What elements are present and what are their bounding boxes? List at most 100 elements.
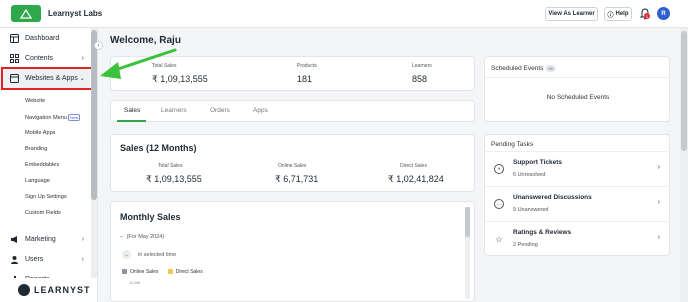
- stat-value: ₹ 6,71,731: [275, 174, 319, 184]
- stat-value: ₹ 1,09,13,555: [146, 174, 202, 184]
- no-events-message: No Scheduled Events: [546, 94, 610, 101]
- sales-12-months-title: Sales (12 Months): [120, 143, 197, 153]
- selected-time-label: in selected time: [138, 252, 177, 258]
- notification-badge: 1: [644, 13, 650, 19]
- period-dash: –: [120, 234, 124, 240]
- sidebar-subitem-embeddables[interactable]: Embeddables: [25, 162, 59, 168]
- brand-name: Learnyst Labs: [48, 9, 103, 18]
- new-badge: New: [67, 114, 80, 121]
- stat-label: Learners: [412, 63, 432, 69]
- monthly-period: – (For May 2024): [120, 234, 164, 240]
- sidebar-subitem-sign-up-settings[interactable]: Sign Up Settings: [25, 194, 67, 200]
- scheduled-count-badge: 00: [545, 65, 556, 72]
- sidebar-subitem-navigation-menu[interactable]: Navigation Menu New: [25, 114, 80, 121]
- stat-label: Total Sales: [152, 63, 177, 69]
- star-icon: ☆: [495, 234, 503, 244]
- legend-swatch-direct: [167, 269, 173, 275]
- divider: [485, 77, 671, 78]
- sidebar-item-label: Contents: [25, 54, 54, 62]
- tab-orders[interactable]: Orders: [210, 107, 230, 114]
- stat-label: Direct Sales: [400, 163, 427, 169]
- collapse-sidebar-button[interactable]: ‹: [94, 41, 103, 50]
- legend-online: Online Sales: [130, 269, 159, 275]
- chevron-right-icon: ›: [81, 54, 84, 62]
- sidebar-subitem-language[interactable]: Language: [25, 178, 50, 184]
- legend-swatch-online: [122, 269, 127, 275]
- learnyst-logo-icon: [18, 284, 30, 296]
- help-label: Help: [615, 11, 629, 17]
- task-unanswered-discussions[interactable]: … Unanswered Discussions 9 Unanswered ›: [484, 186, 670, 221]
- sidebar-scrollbar-thumb[interactable]: [91, 30, 97, 200]
- grid-icon: [10, 53, 19, 63]
- sidebar-subitem-branding[interactable]: Branding: [25, 146, 47, 152]
- help-button[interactable]: ⓘ Help: [604, 7, 632, 21]
- top-bar: Learnyst Labs View As Learner ⓘ Help 1 R: [0, 0, 688, 28]
- chart-legend: Online Sales Direct Sales: [122, 269, 203, 275]
- chevron-right-icon: ›: [81, 255, 84, 263]
- pending-tasks-title: Pending Tasks: [491, 141, 534, 148]
- page-scrollbar-thumb[interactable]: [681, 31, 687, 151]
- help-icon: ⓘ: [607, 12, 614, 19]
- tab-learners[interactable]: Learners: [161, 107, 187, 114]
- active-tab-indicator: [117, 120, 146, 122]
- period-label: (For May 2024): [126, 234, 165, 240]
- chat-icon: …: [494, 199, 504, 209]
- overview-stats-card: Total Sales ₹ 1,09,13,555 Products 181 L…: [110, 56, 475, 91]
- stat-label: Total Sales: [158, 163, 183, 169]
- page-title: Welcome, Raju: [110, 35, 181, 46]
- chevron-left-icon: ‹: [97, 42, 100, 49]
- stat-value: ₹ 1,02,41,824: [388, 174, 444, 184]
- task-title: Unanswered Discussions: [513, 194, 592, 201]
- task-support-tickets[interactable]: ◖ Support Tickets 6 Unresolved ›: [484, 151, 670, 186]
- sidebar-item-label: Marketing: [25, 235, 56, 243]
- tab-apps[interactable]: Apps: [253, 107, 268, 114]
- sidebar-scrollbar[interactable]: [91, 28, 97, 278]
- monthly-sales-card: Monthly Sales – (For May 2024) ↔ in sele…: [110, 201, 475, 302]
- task-title: Ratings & Reviews: [513, 229, 572, 236]
- scheduled-events-title: Scheduled Events: [491, 65, 544, 73]
- footer-brand: LEARNYST: [34, 285, 91, 295]
- monthly-sales-title: Monthly Sales: [120, 212, 181, 222]
- sales-12-months-card: Sales (12 Months) Total Sales ₹ 1,09,13,…: [110, 134, 475, 192]
- sidebar-item-dashboard[interactable]: Dashboard: [0, 28, 90, 48]
- megaphone-icon: [10, 235, 19, 244]
- websites-apps-highlight: [1, 67, 95, 90]
- task-subtitle: 9 Unanswered: [513, 207, 549, 213]
- user-icon: [10, 255, 19, 264]
- sidebar-item-label: Dashboard: [25, 34, 60, 42]
- stat-value: ₹ 1,09,13,555: [152, 74, 208, 84]
- sidebar-subitem-custom-fields[interactable]: Custom Fields: [25, 210, 61, 216]
- sidebar-footer: LEARNYST: [0, 278, 91, 302]
- task-subtitle: 6 Unresolved: [513, 172, 546, 178]
- dashboard-icon: [10, 33, 19, 43]
- chevron-right-icon: ›: [657, 199, 660, 206]
- card-scrollbar-thumb[interactable]: [465, 207, 470, 237]
- sidebar-item-label: Users: [25, 255, 44, 263]
- avatar[interactable]: R: [657, 7, 670, 20]
- card-scrollbar[interactable]: [465, 207, 470, 299]
- brand-logo-icon[interactable]: [11, 5, 41, 22]
- chevron-right-icon: ›: [81, 235, 84, 243]
- chevron-right-icon: ›: [657, 164, 660, 171]
- scheduled-events-header: Scheduled Events 00: [491, 65, 556, 72]
- headset-icon: ◖: [494, 164, 504, 174]
- sidebar-item-users[interactable]: Users ›: [0, 249, 90, 269]
- page-scrollbar[interactable]: [680, 28, 688, 302]
- task-title: Support Tickets: [513, 159, 563, 166]
- task-subtitle: 2 Pending: [513, 242, 538, 248]
- sidebar-subitem-mobile-apps[interactable]: Mobile Apps: [25, 130, 55, 136]
- axis-tick-label: 12.5M: [129, 280, 141, 285]
- sidebar-item-marketing[interactable]: Marketing ›: [0, 229, 90, 249]
- compare-icon: ↔: [122, 250, 131, 259]
- stat-value: 181: [297, 74, 313, 84]
- chevron-right-icon: ›: [657, 234, 660, 241]
- stat-label: Products: [297, 63, 317, 69]
- tab-sales[interactable]: Sales: [124, 107, 140, 114]
- sidebar-subitem-website[interactable]: Website: [25, 98, 45, 104]
- scheduled-events-card: Scheduled Events 00 No Scheduled Events: [484, 56, 671, 122]
- dashboard-tabs: Sales Learners Orders Apps: [110, 100, 475, 122]
- view-as-learner-button[interactable]: View As Learner: [545, 7, 598, 21]
- task-ratings-reviews[interactable]: ☆ Ratings & Reviews 2 Pending ›: [484, 221, 670, 256]
- sidebar-item-contents[interactable]: Contents ›: [0, 48, 90, 68]
- stat-value: 858: [412, 74, 428, 84]
